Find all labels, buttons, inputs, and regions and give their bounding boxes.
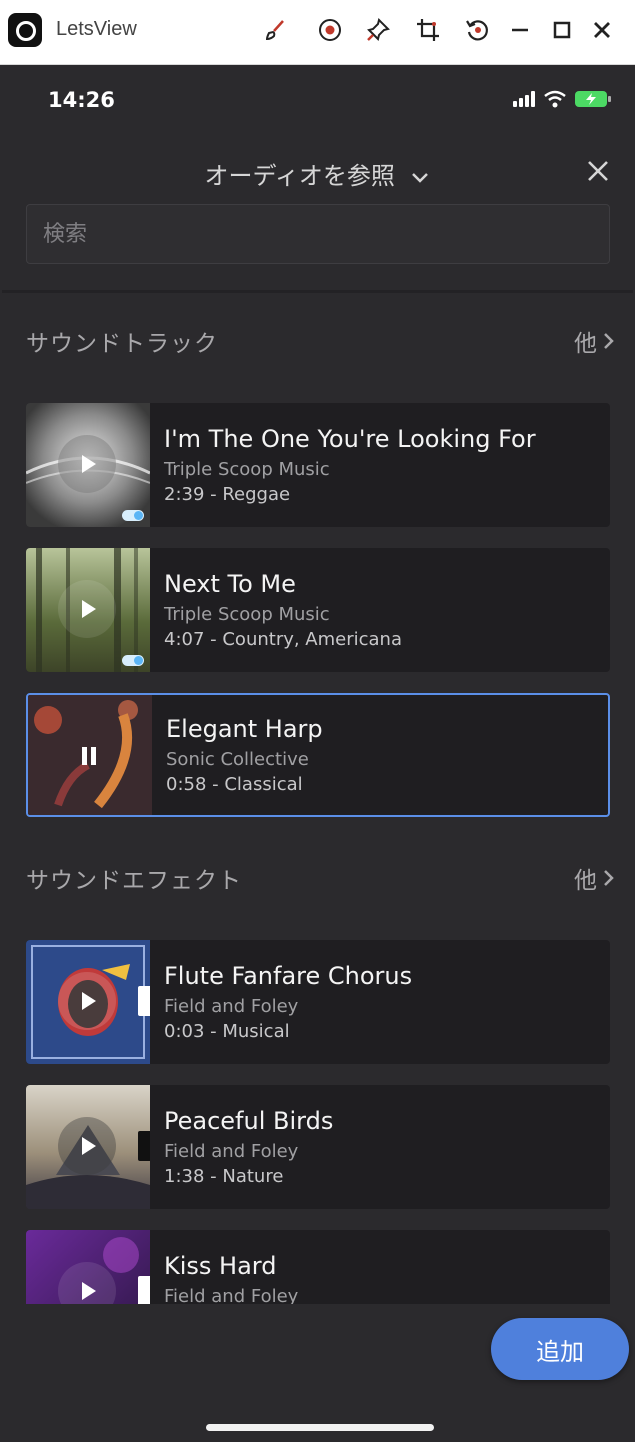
wifi-icon: [544, 90, 566, 108]
album-art: [26, 1085, 150, 1209]
status-time: 14:26: [48, 88, 115, 112]
track-meta: 0:03 - Musical: [164, 1021, 290, 1042]
album-art: [28, 695, 152, 815]
minimize-icon[interactable]: [506, 16, 534, 44]
more-label: 他: [574, 868, 597, 894]
soundtrack-section-title: サウンドトラック: [26, 331, 218, 357]
album-art: [26, 403, 150, 527]
window-titlebar: LetsView: [0, 0, 635, 65]
header-title-text: オーディオを参照: [204, 162, 395, 190]
list-item[interactable]: Peaceful Birds Field and Foley 1:38 - Na…: [26, 1085, 610, 1209]
more-label: 他: [574, 331, 597, 357]
soundtrack-more-link[interactable]: 他: [574, 324, 615, 358]
play-button[interactable]: [58, 972, 116, 1030]
album-art: [26, 548, 150, 672]
window-close-icon[interactable]: [588, 16, 616, 44]
pin-icon[interactable]: [364, 16, 392, 44]
play-button[interactable]: [58, 580, 116, 638]
track-meta: 2:39 - Reggae: [164, 484, 291, 505]
crop-icon[interactable]: [414, 16, 442, 44]
phone-screen: 14:26 オーディオを参照 サウンドトラック 他: [2, 66, 633, 1440]
track-meta: 0:58 - Classical: [166, 774, 303, 795]
track-artist: Field and Foley: [164, 996, 299, 1017]
album-art: [26, 940, 150, 1064]
battery-icon: [575, 91, 611, 107]
track-title: Peaceful Birds: [164, 1107, 334, 1135]
brush-icon[interactable]: [262, 16, 290, 44]
add-button[interactable]: 追加: [491, 1318, 629, 1380]
toggle-icon: [122, 655, 144, 666]
play-button[interactable]: [58, 435, 116, 493]
record-icon[interactable]: [316, 16, 344, 44]
track-artist: Field and Foley: [164, 1141, 299, 1162]
list-item[interactable]: Next To Me Triple Scoop Music 4:07 - Cou…: [26, 548, 610, 672]
track-title: I'm The One You're Looking For: [164, 425, 536, 453]
track-artist: Triple Scoop Music: [164, 604, 330, 625]
chevron-right-icon: [604, 870, 614, 886]
rotate-icon[interactable]: [464, 16, 492, 44]
play-button[interactable]: [58, 1117, 116, 1175]
track-meta: 1:38 - Nature: [164, 1166, 284, 1187]
close-icon[interactable]: [585, 158, 611, 184]
maximize-icon[interactable]: [548, 16, 576, 44]
status-icons: [513, 90, 611, 108]
chevron-down-icon: [410, 163, 430, 191]
toggle-icon: [122, 510, 144, 521]
list-item-selected[interactable]: Elegant Harp Sonic Collective 0:58 - Cla…: [26, 693, 610, 817]
track-title: Flute Fanfare Chorus: [164, 962, 413, 990]
bookmark-tab-icon: [138, 1131, 150, 1161]
divider: [2, 290, 633, 293]
track-title: Elegant Harp: [166, 715, 323, 743]
track-title: Next To Me: [164, 570, 296, 598]
pause-button[interactable]: [60, 727, 118, 785]
chevron-right-icon: [604, 333, 614, 349]
header-title[interactable]: オーディオを参照: [2, 156, 633, 191]
search-field[interactable]: [26, 204, 610, 264]
list-item[interactable]: Flute Fanfare Chorus Field and Foley 0:0…: [26, 940, 610, 1064]
search-input[interactable]: [41, 220, 595, 248]
bookmark-tab-icon: [138, 1276, 150, 1306]
bookmark-tab-icon: [138, 986, 150, 1016]
home-indicator[interactable]: [206, 1424, 434, 1431]
list-item[interactable]: I'm The One You're Looking For Triple Sc…: [26, 403, 610, 527]
sound-effects-more-link[interactable]: 他: [574, 861, 615, 895]
track-title: Kiss Hard: [164, 1252, 277, 1280]
letsview-logo-icon: [8, 13, 42, 47]
signal-icon: [513, 91, 535, 107]
track-meta: 4:07 - Country, Americana: [164, 629, 402, 650]
sound-effects-section-title: サウンドエフェクト: [26, 868, 242, 894]
track-artist: Triple Scoop Music: [164, 459, 330, 480]
app-title: LetsView: [56, 18, 137, 40]
track-artist: Sonic Collective: [166, 749, 309, 770]
